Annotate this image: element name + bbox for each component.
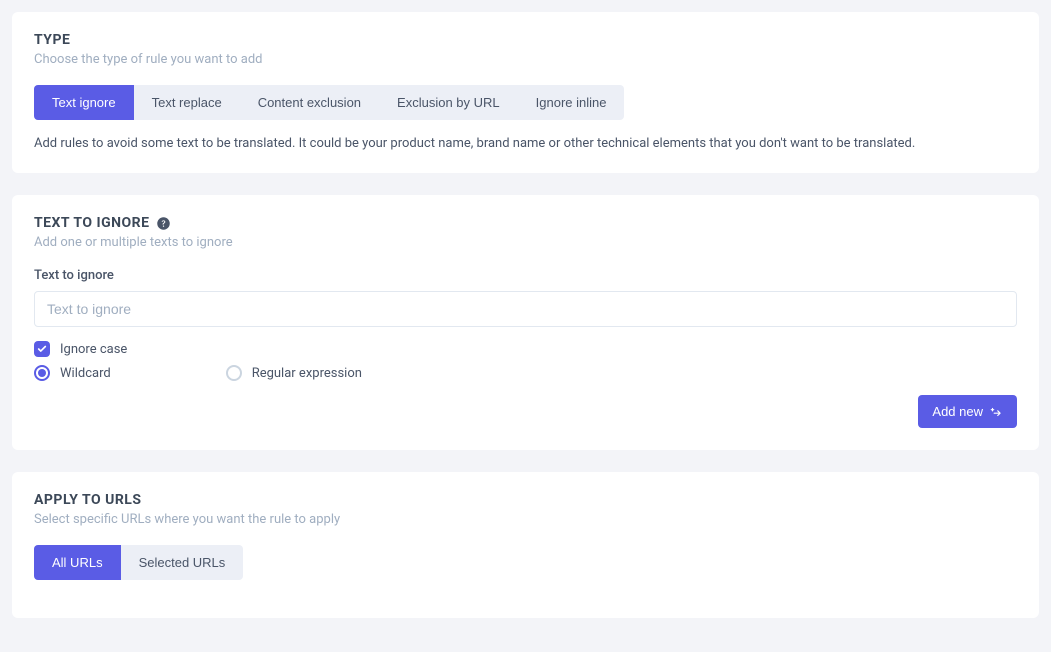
ignore-field-label: Text to ignore [34,268,1017,283]
match-mode-radio-group: Wildcard Regular expression [34,365,1017,381]
radio-regex[interactable]: Regular expression [226,365,362,381]
checkbox-icon [34,341,50,357]
ignore-subtitle: Add one or multiple texts to ignore [34,235,1017,250]
urls-title: APPLY TO URLS [34,492,1017,508]
type-card: TYPE Choose the type of rule you want to… [12,12,1039,173]
tab-text-replace[interactable]: Text replace [134,85,240,120]
text-to-ignore-card: TEXT TO IGNORE Add one or multiple texts… [12,195,1039,450]
radio-unselected-icon [226,365,242,381]
type-description: Add rules to avoid some text to be trans… [34,136,1017,151]
link-plus-icon [989,406,1003,418]
tab-all-urls[interactable]: All URLs [34,545,121,580]
radio-regex-label: Regular expression [252,366,362,381]
text-to-ignore-input[interactable] [34,291,1017,327]
add-new-button[interactable]: Add new [918,395,1017,428]
ignore-title-text: TEXT TO IGNORE [34,215,150,231]
ignore-title: TEXT TO IGNORE [34,215,1017,231]
type-tabs: Text ignore Text replace Content exclusi… [34,85,624,120]
radio-selected-icon [34,365,50,381]
tab-exclusion-by-url[interactable]: Exclusion by URL [379,85,518,120]
tab-content-exclusion[interactable]: Content exclusion [240,85,379,120]
add-new-label: Add new [932,404,983,419]
radio-wildcard[interactable]: Wildcard [34,365,111,381]
type-title: TYPE [34,32,1017,48]
add-button-row: Add new [34,395,1017,428]
apply-to-urls-card: APPLY TO URLS Select specific URLs where… [12,472,1039,618]
help-icon[interactable] [156,215,172,231]
urls-subtitle: Select specific URLs where you want the … [34,512,1017,527]
type-subtitle: Choose the type of rule you want to add [34,52,1017,67]
tab-text-ignore[interactable]: Text ignore [34,85,134,120]
tab-selected-urls[interactable]: Selected URLs [121,545,244,580]
urls-tabs: All URLs Selected URLs [34,545,243,580]
ignore-case-row[interactable]: Ignore case [34,341,1017,357]
tab-ignore-inline[interactable]: Ignore inline [518,85,625,120]
ignore-case-label: Ignore case [60,342,127,357]
radio-wildcard-label: Wildcard [60,366,111,381]
